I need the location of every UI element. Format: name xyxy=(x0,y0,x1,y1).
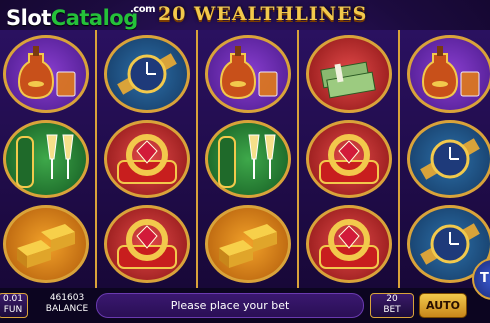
watch-icon xyxy=(406,120,490,198)
bet-button[interactable]: 20 BET xyxy=(370,293,414,318)
bet-value: 20 xyxy=(386,294,398,304)
ring-icon xyxy=(305,205,392,283)
symbol-champagne xyxy=(198,117,297,201)
symbol-cognac xyxy=(0,32,95,116)
coin-value: 0.01 xyxy=(2,294,24,304)
ring-icon xyxy=(103,205,190,283)
top-bar: SlotCatalog .com 20 WEALTHLINES xyxy=(0,0,490,30)
symbol-cognac xyxy=(400,32,490,116)
reel-4 xyxy=(297,30,400,288)
cognac-icon xyxy=(406,35,490,113)
slotcatalog-logo: SlotCatalog .com xyxy=(6,4,156,30)
gold-bars-icon xyxy=(2,205,89,283)
symbol-watch xyxy=(97,32,196,116)
symbol-watch xyxy=(400,117,490,201)
status-message: Please place your bet xyxy=(96,293,364,318)
bet-label: BET xyxy=(383,305,401,315)
balance-label: BALANCE xyxy=(45,304,89,314)
watch-icon xyxy=(103,35,190,113)
coin-value-button[interactable]: 0.01 FUN xyxy=(0,293,28,318)
symbol-ring xyxy=(299,202,398,286)
champagne-icon xyxy=(2,120,89,198)
reel-5 xyxy=(398,30,490,288)
cognac-icon xyxy=(204,35,291,113)
auto-button[interactable]: AUTO xyxy=(419,293,467,318)
money-stack-icon xyxy=(305,35,392,113)
coin-label: FUN xyxy=(3,305,23,315)
symbol-champagne xyxy=(0,117,95,201)
reel-area xyxy=(0,30,490,288)
reel-1 xyxy=(0,30,97,288)
symbol-ring xyxy=(97,202,196,286)
balance-display: 461603 BALANCE xyxy=(44,293,90,318)
symbol-cognac xyxy=(198,32,297,116)
symbol-ring xyxy=(97,117,196,201)
symbol-gold-bars xyxy=(0,202,95,286)
ring-icon xyxy=(103,120,190,198)
cognac-icon xyxy=(2,35,89,113)
game-title: 20 WEALTHLINES xyxy=(158,3,368,25)
gold-bars-icon xyxy=(204,205,291,283)
reel-2 xyxy=(95,30,198,288)
symbol-gold-bars xyxy=(198,202,297,286)
reel-3 xyxy=(196,30,299,288)
symbol-ring xyxy=(299,117,398,201)
balance-value: 461603 xyxy=(49,293,85,303)
control-bar: 0.01 FUN 461603 BALANCE Please place you… xyxy=(0,288,490,323)
symbol-money-stack xyxy=(299,32,398,116)
champagne-icon xyxy=(204,120,291,198)
ring-icon xyxy=(305,120,392,198)
